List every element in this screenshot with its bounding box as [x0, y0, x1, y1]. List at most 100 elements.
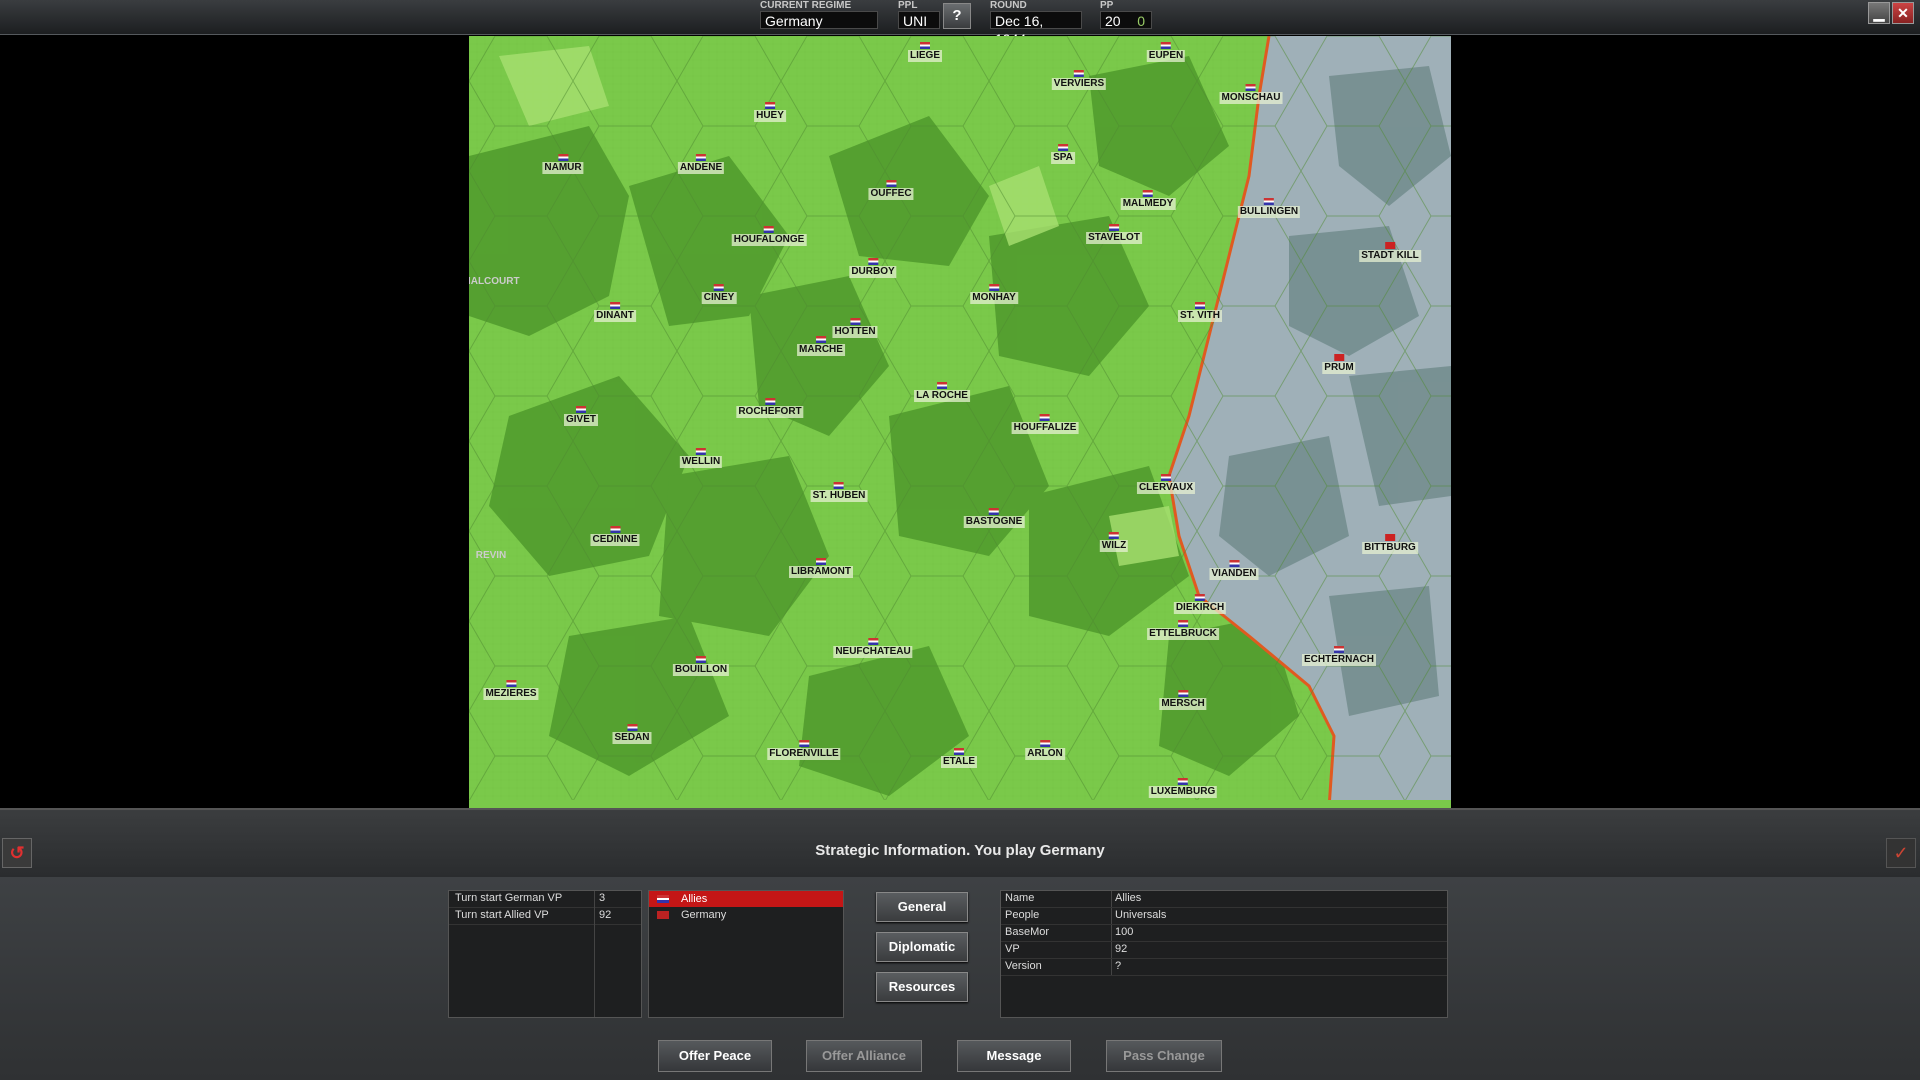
- regime-item-germany[interactable]: Germany: [649, 907, 843, 923]
- detail-row: BaseMor 100: [1001, 925, 1447, 942]
- city-label: BULLINGEN: [1237, 198, 1301, 218]
- city-label: BASTOGNE: [963, 508, 1025, 528]
- vp-value: 3: [599, 892, 606, 904]
- city-label: ECHTERNACH: [1302, 646, 1376, 666]
- city-label: ETALE: [940, 748, 978, 768]
- city-label: ETTELBRUCK: [1147, 620, 1219, 640]
- detail-value: 100: [1115, 926, 1134, 938]
- detail-row: Version?: [1001, 959, 1447, 976]
- city-label: ST. VITH: [1177, 302, 1223, 322]
- regime-item-allies[interactable]: Allies: [649, 891, 843, 907]
- city-label: HOTTEN: [832, 318, 878, 338]
- city-label: HOUFFALIZE: [1011, 414, 1079, 434]
- detail-key: BaseMor: [1005, 926, 1050, 938]
- strategic-info-title: Strategic Information. You play Germany: [815, 842, 1105, 859]
- city-label: EUPEN: [1146, 42, 1186, 62]
- round-field: ROUND Dec 16, 1944: [990, 0, 1082, 47]
- general-button[interactable]: General: [876, 892, 968, 922]
- regime-name: Germany: [681, 909, 727, 921]
- vp-divider: [594, 891, 595, 1017]
- detail-value: Universals: [1115, 909, 1167, 921]
- city-label: ANDENE: [677, 154, 725, 174]
- city-label: BITTBURG: [1362, 534, 1418, 554]
- city-label: SEDAN: [612, 724, 652, 744]
- detail-row: Name Allies: [1001, 891, 1447, 908]
- city-label: MALCOURT: [469, 276, 520, 287]
- pp-value: 20: [1105, 13, 1121, 29]
- round-caption: ROUND: [990, 0, 1027, 11]
- detail-value: ?: [1115, 960, 1122, 972]
- vp-label: Turn start Allied VP: [455, 909, 549, 921]
- top-bar: CURRENT REGIME Germany PPL UNI ? ROUND D…: [0, 0, 1920, 47]
- pass-change-button[interactable]: Pass Change: [1106, 1040, 1222, 1072]
- city-label: CEDINNE: [590, 526, 640, 546]
- message-button[interactable]: Message: [957, 1040, 1071, 1072]
- city-label: REVIN: [475, 550, 507, 561]
- city-label: PRUM: [1322, 354, 1356, 374]
- city-label: DURBOY: [849, 258, 897, 278]
- round-value: Dec 16, 1944: [990, 11, 1082, 47]
- detail-divider: [1111, 908, 1112, 924]
- city-label: NEUFCHATEAU: [833, 638, 913, 658]
- city-label: ST. HUBEN: [810, 482, 868, 502]
- detail-value: 92: [1115, 943, 1128, 955]
- detail-key: VP: [1005, 943, 1020, 955]
- city-label: ARLON: [1025, 740, 1065, 760]
- minimize-button[interactable]: ▁: [1868, 2, 1890, 24]
- city-label: MONHAY: [970, 284, 1018, 304]
- city-label: BOUILLON: [672, 656, 730, 676]
- diplomatic-button[interactable]: Diplomatic: [876, 932, 968, 962]
- city-label: CLERVAUX: [1136, 474, 1196, 494]
- close-button[interactable]: ✕: [1892, 2, 1914, 24]
- detail-divider: [1111, 925, 1112, 941]
- city-label: HUEY: [754, 102, 786, 122]
- city-label: STADT KILL: [1359, 242, 1421, 262]
- city-label: GIVET: [563, 406, 599, 426]
- detail-row: VP 92: [1001, 942, 1447, 959]
- allies-flag-icon: [657, 895, 669, 903]
- pp-caption: PP: [1100, 0, 1114, 11]
- map-terrain: [469, 36, 1451, 808]
- city-label: VERVIERS: [1051, 70, 1107, 90]
- detail-key: Version: [1005, 960, 1042, 972]
- city-label: MERSCH: [1159, 690, 1207, 710]
- vp-table: Turn start German VP 3 Turn start Allied…: [448, 890, 642, 1018]
- regime-list[interactable]: Allies Germany: [648, 890, 844, 1018]
- city-label: MONSCHAU: [1219, 84, 1283, 104]
- city-label: STAVELOT: [1086, 224, 1142, 244]
- germany-flag-icon: [657, 911, 669, 919]
- city-label: HOUFALONGE: [731, 226, 807, 246]
- detail-row: People Universals: [1001, 908, 1447, 925]
- vp-value: 92: [599, 909, 612, 921]
- city-label: WILZ: [1099, 532, 1129, 552]
- city-label: MARCHE: [797, 336, 845, 356]
- city-label: NAMUR: [542, 154, 584, 174]
- current-regime-caption: CURRENT REGIME: [760, 0, 852, 11]
- city-label: FLORENVILLE: [767, 740, 841, 760]
- ppl-value: UNI: [898, 11, 940, 29]
- vp-label: Turn start German VP: [455, 892, 563, 904]
- offer-peace-button[interactable]: Offer Peace: [658, 1040, 772, 1072]
- detail-divider: [1111, 942, 1112, 958]
- city-label: LIBRAMONT: [789, 558, 853, 578]
- detail-divider: [1111, 891, 1112, 907]
- city-label: LA ROCHE: [914, 382, 970, 402]
- city-label: SPA: [1051, 144, 1075, 164]
- city-label: CINEY: [701, 284, 737, 304]
- ppl-caption: PPL: [898, 0, 918, 11]
- pp-extra: 0: [1137, 13, 1145, 29]
- strategic-info-bar: ↺ Strategic Information. You play German…: [0, 808, 1920, 879]
- city-label: ROCHEFORT: [736, 398, 804, 418]
- city-label: VIANDEN: [1209, 560, 1259, 580]
- checkmark-icon[interactable]: ✓: [1886, 838, 1916, 868]
- city-label: DIEKIRCH: [1173, 594, 1227, 614]
- offer-alliance-button[interactable]: Offer Alliance: [806, 1040, 922, 1072]
- strategic-map[interactable]: LIEGE EUPEN VERVIERS MONSCHAU HUEY NAMUR ANDEN…: [469, 36, 1451, 808]
- help-button[interactable]: ?: [943, 3, 971, 29]
- current-regime-field: CURRENT REGIME Germany: [760, 0, 878, 29]
- resources-button[interactable]: Resources: [876, 972, 968, 1002]
- detail-value: Allies: [1115, 892, 1142, 904]
- city-label: DINANT: [594, 302, 636, 322]
- ppl-field: PPL UNI: [898, 0, 940, 29]
- vp-row: Turn start Allied VP 92: [449, 908, 641, 925]
